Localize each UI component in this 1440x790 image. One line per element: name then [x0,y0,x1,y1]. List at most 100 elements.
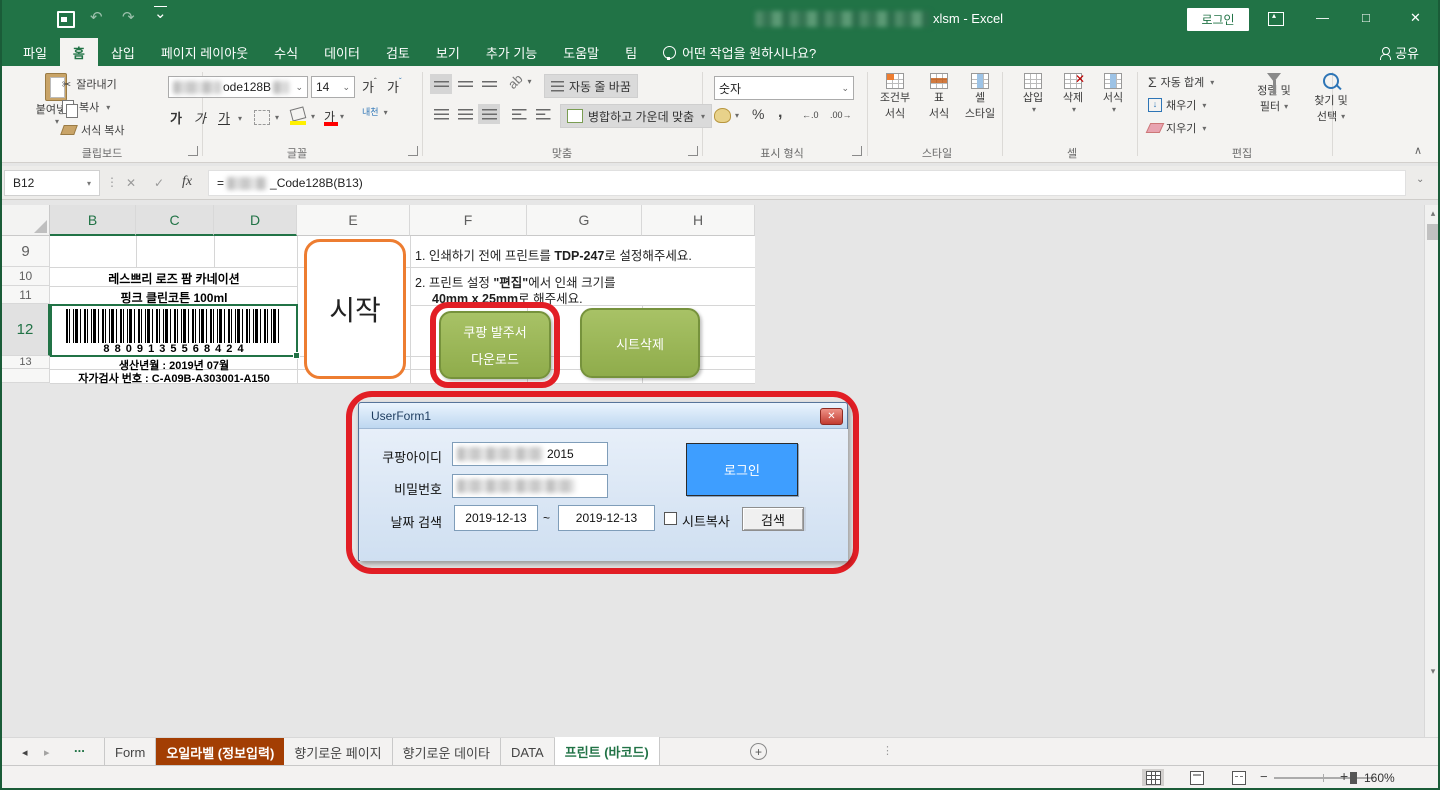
row-header-11[interactable]: 11 [2,286,50,304]
sheet-tab-fragrant-page[interactable]: 향기로운 페이지 [284,738,392,766]
sheet-tab-print-barcode[interactable]: 프린트 (바코드) [555,737,660,767]
expand-formula-bar-button[interactable]: ⌄ [1416,174,1424,185]
next-sheet-button[interactable]: ▸ [44,746,50,759]
row-header-9[interactable]: 9 [2,236,50,267]
row-header-10[interactable]: 10 [2,267,50,286]
format-as-table-button[interactable]: 표 서식 [919,73,959,121]
maximize-button[interactable]: □ [1362,10,1370,25]
prev-sheet-button[interactable]: ◂ [22,746,28,759]
align-left-button[interactable] [430,104,452,124]
ribbon-display-options-button[interactable] [1268,12,1284,26]
underline-dropdown[interactable]: ▾ [238,114,242,123]
normal-view-button[interactable] [1142,769,1164,786]
tab-insert[interactable]: 삽입 [98,38,148,66]
align-top-button[interactable] [430,74,452,94]
date-from-input[interactable]: 2019-12-13 [454,505,538,531]
zoom-slider[interactable] [1274,777,1374,779]
name-box[interactable]: B12 ▾ [4,170,100,196]
wrap-text-toggle[interactable]: 자동 줄 바꿈 [544,74,638,98]
clear-button[interactable]: 지우기▾ [1148,120,1206,136]
zoom-in-button[interactable]: + [1340,768,1348,784]
align-right-button[interactable] [478,104,500,124]
row-header-13[interactable]: 13 [2,356,50,369]
tab-addins[interactable]: 추가 기능 [473,38,550,66]
fill-button[interactable]: ↓채우기▾ [1148,97,1206,113]
underline-button[interactable]: 가 [218,108,230,127]
column-header-h[interactable]: H [642,205,755,236]
selected-cell-b12[interactable]: 8 8 0 9 1 3 5 5 6 8 4 2 4 [50,304,298,357]
increase-indent-button[interactable] [532,104,554,124]
tab-home[interactable]: 홈 [60,38,98,66]
userform-titlebar[interactable]: UserForm1 [359,403,847,429]
percent-style-button[interactable]: % [752,106,764,122]
row-header-12[interactable]: 12 [2,304,50,356]
start-shape-button[interactable]: 시작 [304,239,406,379]
column-header-e[interactable]: E [297,205,410,236]
collapse-ribbon-button[interactable]: ∧ [1414,144,1422,157]
column-header-g[interactable]: G [527,205,642,236]
font-dialog-launcher[interactable] [408,146,418,156]
tab-page-layout[interactable]: 페이지 레이아웃 [148,38,261,66]
column-header-b[interactable]: B [50,205,136,236]
userform-close-button[interactable]: ✕ [820,408,843,425]
search-button[interactable]: 검색 [742,507,804,531]
insert-cells-button[interactable]: 삽입 ▾ [1014,73,1052,114]
more-sheets-button[interactable]: ... [74,740,85,755]
formula-input[interactable]: = _Code128B(B13) [208,170,1406,196]
minimize-button[interactable]: — [1316,10,1329,25]
row-header-partial[interactable] [2,369,50,383]
fill-color-button[interactable]: ▾ [290,108,315,124]
qat-customize-button[interactable]: ⌄ [154,6,167,21]
align-middle-button[interactable] [454,74,476,94]
cell-styles-button[interactable]: 셀 스타일 [960,73,1000,121]
column-header-f[interactable]: F [410,205,527,236]
password-input[interactable] [452,474,608,498]
tab-view[interactable]: 보기 [423,38,473,66]
decrease-indent-button[interactable] [508,104,530,124]
select-all-corner[interactable] [2,205,50,236]
borders-button[interactable]: ▾ [254,110,279,125]
tab-data[interactable]: 데이터 [311,38,373,66]
cell-inspection-no[interactable]: 자가검사 번호 : C-A09B-A303001-A150 [50,370,298,386]
number-dialog-launcher[interactable] [852,146,862,156]
number-format-combobox[interactable]: 숫자 ⌄ [714,76,854,100]
account-login-button[interactable]: 로그인 [1187,8,1249,31]
format-painter-button[interactable]: 서식 복사 [62,122,125,138]
zoom-slider-thumb[interactable] [1350,772,1357,784]
close-button[interactable]: ✕ [1410,10,1421,26]
login-button[interactable]: 로그인 [686,443,798,496]
align-bottom-button[interactable] [478,74,500,94]
font-size-combobox[interactable]: 14 ⌄ [311,76,355,98]
page-layout-view-button[interactable] [1186,769,1208,786]
date-to-input[interactable]: 2019-12-13 [558,505,655,531]
column-header-c[interactable]: C [136,205,214,236]
autosum-button[interactable]: Σ자동 합계▾ [1148,74,1214,90]
tab-review[interactable]: 검토 [373,38,423,66]
column-header-d[interactable]: D [214,205,297,236]
merge-center-toggle[interactable]: 병합하고 가운데 맞춤▾ [560,104,712,128]
sheet-tab-data[interactable]: DATA [501,738,555,766]
accounting-format-button[interactable]: ▾ [714,108,739,123]
italic-button[interactable]: 가 [194,108,206,127]
vertical-scrollbar[interactable]: ▴ ▾ [1424,205,1440,737]
phonetic-button[interactable]: 내천▾ [362,108,388,117]
vertical-scroll-thumb[interactable] [1427,224,1439,240]
page-break-view-button[interactable] [1228,769,1250,786]
sheet-delete-button[interactable]: 시트삭제 [580,308,700,378]
sort-filter-button[interactable]: 정렬 및 필터▾ [1245,73,1303,114]
bold-button[interactable]: 가 [170,108,182,127]
sheet-tab-fragrant-data[interactable]: 향기로운 데이타 [393,738,501,766]
increase-decimal-button[interactable]: ←.0 [802,110,819,120]
zoom-out-button[interactable]: − [1260,769,1268,784]
conditional-formatting-button[interactable]: 조건부 서식 [874,73,916,121]
sheet-tab-form[interactable]: Form [105,738,156,766]
undo-button[interactable]: ↶ [90,8,103,26]
copy-button[interactable]: 복사▾ [62,99,110,115]
scroll-down-button[interactable]: ▾ [1425,663,1440,680]
insert-function-button[interactable]: fx [182,174,192,190]
tab-help[interactable]: 도움말 [550,38,612,66]
tell-me-box[interactable]: 어떤 작업을 원하시나요? [650,38,829,66]
decrease-decimal-button[interactable]: .00→ [830,110,852,120]
coupang-id-input[interactable]: 2015 [452,442,608,466]
tab-team[interactable]: 팀 [612,38,650,66]
